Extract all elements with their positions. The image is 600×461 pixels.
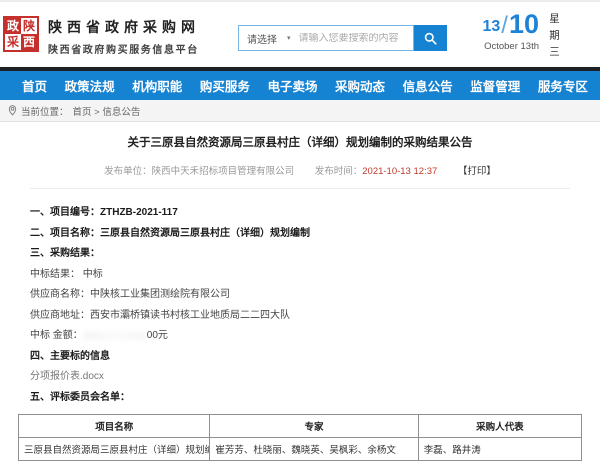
search-button[interactable] <box>414 25 447 51</box>
bid-amount-line: 中标 金额： 00元 <box>30 329 570 342</box>
attachment-link[interactable]: 分项报价表.docx <box>30 370 570 383</box>
nav-item-home[interactable]: 首页 <box>22 76 47 95</box>
evaluation-committee-heading: 五、评标委员会名单： <box>30 391 570 404</box>
date-english: October 13th <box>482 41 539 52</box>
project-name-line: 二、项目名称：三原县自然资源局三原县村庄（详细）规划编制 <box>30 227 570 240</box>
date-numbers: 13 / 10 October 13th <box>482 11 539 52</box>
publish-time: 发布时间：2021-10-13 12:37 <box>315 166 438 177</box>
date-day: 13 <box>482 19 500 38</box>
subject-info-heading: 四、主要标的信息 <box>30 350 570 363</box>
logo-char: 采 <box>5 34 21 50</box>
print-button[interactable]: 【打印】 <box>458 166 496 177</box>
redacted-amount <box>83 331 145 340</box>
logo-char: 陕 <box>21 18 37 34</box>
supplier-name-line: 供应商名称：中陕核工业集团测绘院有限公司 <box>30 288 570 301</box>
search-box: 请选择 ▾ <box>238 25 414 51</box>
publisher-name: 陕西中天禾招标项目管理有限公司 <box>152 166 295 177</box>
meta-divider <box>30 188 570 189</box>
nav-item-service-zone[interactable]: 服务专区 <box>538 76 588 95</box>
main-nav: 首页 政策法规 机构职能 购买服务 电子卖场 采购动态 信息公告 监督管理 服务… <box>0 71 600 100</box>
date-slash: / <box>501 14 508 38</box>
nav-item-purchase-services[interactable]: 购买服务 <box>200 76 250 95</box>
page: 政 陕 采 西 陕西省政府采购网 陕西省政府购买服务信息平台 请选择 ▾ <box>0 0 600 450</box>
search-bar: 请选择 ▾ <box>238 25 447 51</box>
breadcrumb: 当前位置： 首页 > 信息公告 <box>0 100 600 122</box>
chevron-down-icon: ▾ <box>287 34 291 42</box>
site-logo-seal: 政 陕 采 西 <box>3 16 39 52</box>
search-category-select[interactable]: 请选择 ▾ <box>239 31 299 46</box>
search-category-label: 请选择 <box>247 31 277 46</box>
evaluation-committee-table: 项目名称 专家 采购人代表 三原县自然资源局三原县村庄（详细）规划编制 崔芳芳、… <box>18 414 582 461</box>
cell-experts: 崔芳芳、杜晓丽、魏晓英、吴枫彩、余杨文 <box>210 437 418 460</box>
col-header-project-name: 项目名称 <box>19 414 210 437</box>
site-subtitle: 陕西省政府购买服务信息平台 <box>48 41 200 56</box>
publish-time-value: 2021-10-13 12:37 <box>362 166 437 177</box>
publish-time-label: 发布时间： <box>315 166 363 177</box>
date-month: 10 <box>509 11 539 38</box>
project-number-line: 一、项目编号：ZTHZB-2021-117 <box>30 206 570 219</box>
site-title: 陕西省政府采购网 <box>48 17 200 37</box>
search-icon <box>424 32 437 45</box>
cell-purchaser-rep: 李磊、路井涛 <box>418 437 581 460</box>
publisher: 发布单位：陕西中天禾招标项目管理有限公司 <box>104 166 294 177</box>
col-header-purchaser-rep: 采购人代表 <box>418 414 581 437</box>
table-row: 三原县自然资源局三原县村庄（详细）规划编制 崔芳芳、杜晓丽、魏晓英、吴枫彩、余杨… <box>19 437 582 460</box>
date-widget: 13 / 10 October 13th 星期三 <box>482 11 592 63</box>
search-input[interactable] <box>299 33 413 44</box>
location-pin-icon <box>8 105 17 116</box>
bid-amount-label: 中标 金额： <box>30 330 83 341</box>
cell-project-name: 三原县自然资源局三原县村庄（详细）规划编制 <box>19 437 210 460</box>
site-brand: 陕西省政府采购网 陕西省政府购买服务信息平台 <box>48 17 200 56</box>
logo-char: 西 <box>21 34 37 50</box>
table-header-row: 项目名称 专家 采购人代表 <box>19 414 582 437</box>
logo-char: 政 <box>5 18 21 34</box>
publisher-label: 发布单位： <box>104 166 152 177</box>
date-weekday: 星期三 <box>547 11 562 63</box>
nav-item-announcements[interactable]: 信息公告 <box>403 76 453 95</box>
breadcrumb-label: 当前位置： <box>21 104 69 118</box>
procurement-result-heading: 三、采购结果： <box>30 247 570 260</box>
announcement-body: 一、项目编号：ZTHZB-2021-117 二、项目名称：三原县自然资源局三原县… <box>30 206 570 404</box>
nav-item-e-marketplace[interactable]: 电子卖场 <box>267 76 317 95</box>
announcement-title: 关于三原县自然资源局三原县村庄（详细）规划编制的采购结果公告 <box>30 135 570 151</box>
nav-item-supervision[interactable]: 监督管理 <box>470 76 520 95</box>
col-header-experts: 专家 <box>210 414 418 437</box>
bid-result-line: 中标结果： 中标 <box>30 268 570 281</box>
site-header: 政 陕 采 西 陕西省政府采购网 陕西省政府购买服务信息平台 请选择 ▾ <box>0 0 600 67</box>
announcement-meta: 发布单位：陕西中天禾招标项目管理有限公司 发布时间：2021-10-13 12:… <box>30 163 570 177</box>
announcement-article: 关于三原县自然资源局三原县村庄（详细）规划编制的采购结果公告 发布单位：陕西中天… <box>0 122 600 461</box>
supplier-address-line: 供应商地址：西安市灞桥镇读书村核工业地质局二二四大队 <box>30 309 570 322</box>
nav-item-policies[interactable]: 政策法规 <box>65 76 115 95</box>
nav-item-functions[interactable]: 机构职能 <box>132 76 182 95</box>
bid-amount-suffix: 00元 <box>147 330 168 341</box>
breadcrumb-path[interactable]: 首页 > 信息公告 <box>73 104 141 118</box>
nav-item-procurement-news[interactable]: 采购动态 <box>335 76 385 95</box>
